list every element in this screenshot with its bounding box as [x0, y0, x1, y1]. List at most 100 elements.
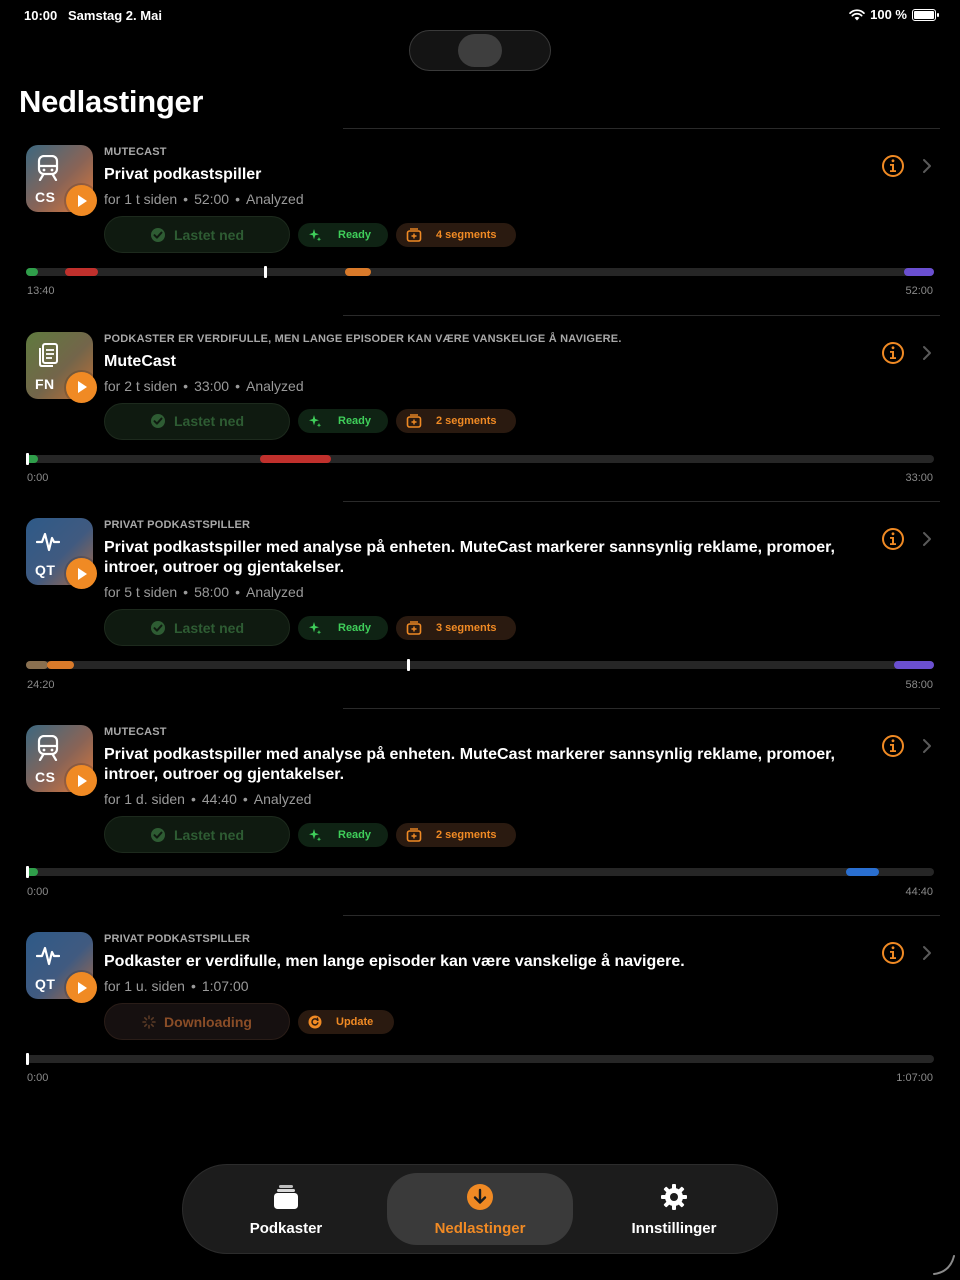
ready-chip[interactable]: Ready — [298, 822, 388, 847]
play-button[interactable] — [66, 371, 97, 403]
train-icon — [37, 735, 59, 762]
check-circle-icon — [150, 227, 165, 242]
window-control-knob[interactable] — [458, 34, 502, 67]
episode-duration: 1:07:00 — [201, 978, 249, 995]
info-button[interactable] — [881, 734, 905, 758]
ready-chip[interactable]: Ready — [298, 615, 388, 640]
episode-timeline[interactable] — [26, 866, 934, 879]
episode-title: Privat podkastspiller med analyse på enh… — [104, 746, 835, 784]
row-divider — [343, 501, 940, 503]
window-control-pill[interactable] — [409, 30, 551, 71]
timeline-end-time: 1:07:00 — [896, 1072, 933, 1085]
episode-timeline[interactable] — [26, 1053, 934, 1066]
artwork-code: CS — [35, 769, 56, 786]
timeline-segment-blue — [846, 868, 879, 877]
segments-label: 2 segments — [436, 415, 497, 428]
tab-innstillinger[interactable]: Innstillinger — [581, 1173, 767, 1245]
check-circle-icon — [150, 414, 165, 429]
sparkles-icon — [309, 828, 322, 842]
episode-meta: for 1 u. siden • 1:07:00 — [104, 978, 249, 995]
info-button[interactable] — [881, 154, 905, 178]
timeline-segment-tan — [26, 661, 48, 670]
ready-chip[interactable]: Ready — [298, 222, 388, 247]
open-episode-button[interactable] — [921, 738, 933, 754]
row-divider — [343, 314, 940, 316]
open-episode-button[interactable] — [921, 945, 933, 961]
downloading-badge[interactable]: Downloading — [104, 1003, 290, 1041]
timeline-playhead[interactable] — [26, 1053, 29, 1066]
segments-chip[interactable]: 2 segments — [396, 409, 516, 434]
timeline-playhead[interactable] — [26, 452, 29, 465]
info-button[interactable] — [881, 941, 905, 965]
episode-row[interactable]: FN PODKASTER ER VERDIFULLE, MEN LANGE EP… — [0, 314, 960, 502]
ready-chip[interactable]: Ready — [298, 409, 388, 434]
timeline-start-time: 24:20 — [27, 679, 55, 692]
info-button[interactable] — [881, 341, 905, 365]
tab-bar: Podkaster Nedlastinger Innstillinger — [182, 1164, 778, 1254]
train-icon — [37, 155, 59, 181]
play-icon — [77, 194, 87, 207]
episode-timeline[interactable] — [26, 452, 934, 465]
check-circle-icon — [150, 620, 165, 635]
spinner-icon — [142, 1014, 156, 1029]
episode-badges: Lastet ned Ready 2 segments — [104, 816, 516, 854]
episode-list: CS MUTECAST Privat podkastspiller for 1 … — [0, 128, 960, 1102]
episode-row[interactable]: QT PRIVAT PODKASTSPILLER Privat podkasts… — [0, 501, 960, 708]
timeline-segment-orange — [47, 661, 74, 670]
episode-analysis-status: Analyzed — [246, 191, 304, 207]
play-button[interactable] — [66, 185, 97, 216]
chevron-right-icon — [923, 345, 931, 360]
downloaded-badge[interactable]: Lastet ned — [104, 402, 290, 440]
battery-icon — [912, 8, 939, 21]
artwork-code: QT — [35, 976, 56, 993]
download-status-label: Downloading — [164, 1013, 252, 1030]
timeline-start-time: 0:00 — [27, 886, 49, 899]
downloaded-badge[interactable]: Lastet ned — [104, 816, 290, 854]
episode-podcast-name: PODKASTER ER VERDIFULLE, MEN LANGE EPISO… — [104, 332, 622, 345]
waveform-icon — [36, 533, 60, 552]
play-button[interactable] — [66, 972, 97, 1004]
open-episode-button[interactable] — [921, 531, 933, 547]
downloaded-badge[interactable]: Lastet ned — [104, 609, 290, 647]
episode-row[interactable]: CS MUTECAST Privat podkastspiller for 1 … — [0, 128, 960, 315]
tab-podkaster[interactable]: Podkaster — [193, 1173, 379, 1245]
episode-age: for 5 t siden — [104, 584, 178, 601]
episode-meta: for 2 t siden • 33:00 • Analyzed — [104, 377, 304, 394]
play-button[interactable] — [66, 558, 97, 590]
timeline-playhead[interactable] — [26, 866, 29, 879]
ready-label: Ready — [338, 228, 372, 241]
download-status-label: Lastet ned — [173, 826, 244, 843]
segments-chip[interactable]: 2 segments — [396, 822, 516, 847]
episode-row[interactable]: CS MUTECAST Privat podkastspiller med an… — [0, 708, 960, 915]
segments-chip[interactable]: 4 segments — [396, 222, 516, 247]
episode-age: for 1 d. siden — [104, 791, 185, 808]
play-icon — [77, 981, 87, 994]
update-chip[interactable]: Update — [298, 1009, 394, 1034]
episode-duration: 58:00 — [194, 584, 230, 601]
episode-artwork: CS — [26, 145, 97, 216]
episode-meta: for 1 t siden • 52:00 • Analyzed — [104, 191, 304, 207]
resize-handle-icon[interactable] — [932, 1252, 956, 1276]
downloaded-badge[interactable]: Lastet ned — [104, 216, 290, 253]
open-episode-button[interactable] — [921, 158, 933, 174]
info-button[interactable] — [881, 527, 905, 551]
status-indicators: 100 % — [849, 7, 939, 22]
chevron-right-icon — [923, 946, 931, 961]
timeline-playhead[interactable] — [264, 266, 267, 278]
info-icon — [882, 528, 904, 551]
episode-duration: 52:00 — [194, 191, 230, 207]
episode-duration: 44:40 — [201, 791, 237, 808]
play-button[interactable] — [66, 765, 97, 797]
tab-nedlastinger[interactable]: Nedlastinger — [387, 1173, 573, 1245]
timeline-segment-red — [65, 268, 98, 276]
segments-chip[interactable]: 3 segments — [396, 615, 516, 640]
episode-title: Podkaster er verdifulle, men lange episo… — [104, 953, 685, 971]
episode-row[interactable]: QT PRIVAT PODKASTSPILLER Podkaster er ve… — [0, 915, 960, 1102]
ready-label: Ready — [338, 415, 372, 428]
open-episode-button[interactable] — [921, 345, 933, 361]
segments-label: 3 segments — [436, 621, 497, 634]
episode-timeline[interactable] — [26, 659, 934, 672]
tab-label: Nedlastinger — [434, 1219, 526, 1237]
timeline-playhead[interactable] — [407, 659, 410, 672]
episode-timeline[interactable] — [26, 266, 934, 278]
